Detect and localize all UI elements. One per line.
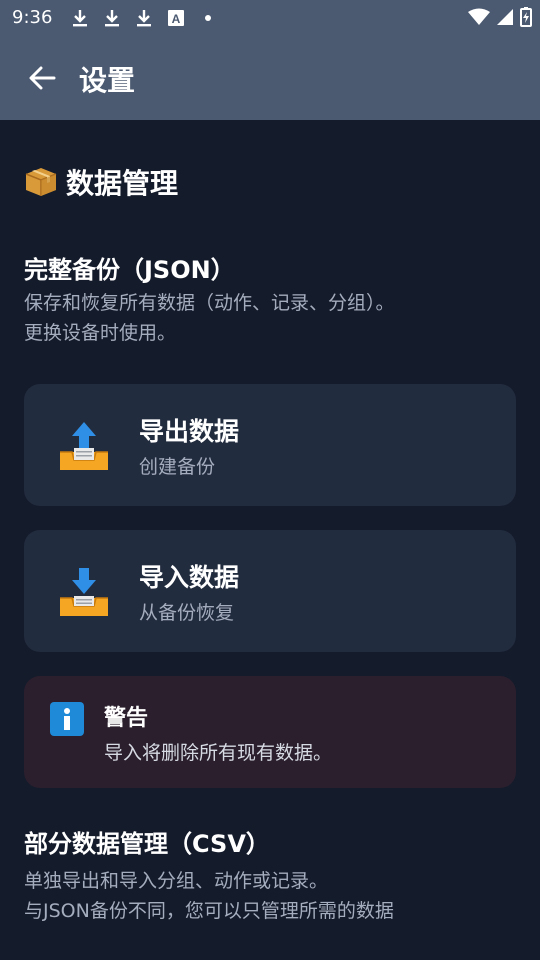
download-icon [102, 8, 122, 28]
app-bar: 设置 [0, 36, 540, 120]
dot-icon [198, 8, 218, 28]
wifi-icon [468, 8, 490, 30]
download-icon [134, 8, 154, 28]
import-card-title: 导入数据 [139, 563, 240, 592]
tray-download-icon [56, 564, 112, 620]
battery-icon [520, 7, 532, 31]
csv-section-title: 部分数据管理（CSV） [24, 830, 270, 858]
status-bar: 9:36 A [0, 0, 540, 36]
download-icon [70, 8, 90, 28]
warning-text: 导入将删除所有现有数据。 [104, 742, 333, 764]
csv-desc-line-2: 与JSON备份不同，您可以只管理所需的数据 [24, 900, 394, 922]
warning-title: 警告 [104, 706, 149, 731]
page-title: 设置 [79, 64, 136, 97]
csv-description: 单独导出和导入分组、动作或记录。 与JSON备份不同，您可以只管理所需的数据 [24, 866, 394, 926]
package-icon [24, 166, 58, 205]
arrow-left-icon [29, 66, 56, 90]
system-icons [468, 7, 532, 31]
info-icon [50, 702, 84, 736]
import-data-card[interactable]: 导入数据 从备份恢复 [24, 530, 516, 652]
section-title-data-management: 数据管理 [24, 162, 178, 205]
status-time: 9:36 [12, 7, 53, 28]
json-backup-description: 保存和恢复所有数据（动作、记录、分组）。 更换设备时使用。 [24, 288, 395, 348]
json-backup-title: 完整备份（JSON） [24, 256, 235, 284]
export-data-card[interactable]: 导出数据 创建备份 [24, 384, 516, 506]
warning-box: 警告 导入将删除所有现有数据。 [24, 676, 516, 788]
section-title-text: 数据管理 [66, 167, 179, 200]
signal-icon [496, 8, 514, 30]
json-desc-line-1: 保存和恢复所有数据（动作、记录、分组）。 [24, 292, 395, 314]
csv-desc-line-1: 单独导出和导入分组、动作或记录。 [24, 870, 329, 892]
notification-icons: A [70, 8, 218, 28]
import-card-subtitle: 从备份恢复 [139, 602, 235, 624]
back-button[interactable] [22, 60, 62, 96]
svg-text:A: A [172, 12, 181, 26]
text-a-icon: A [166, 8, 186, 28]
export-card-subtitle: 创建备份 [139, 456, 216, 478]
json-desc-line-2: 更换设备时使用。 [24, 322, 177, 344]
tray-upload-icon [56, 418, 112, 474]
export-card-title: 导出数据 [139, 417, 240, 446]
